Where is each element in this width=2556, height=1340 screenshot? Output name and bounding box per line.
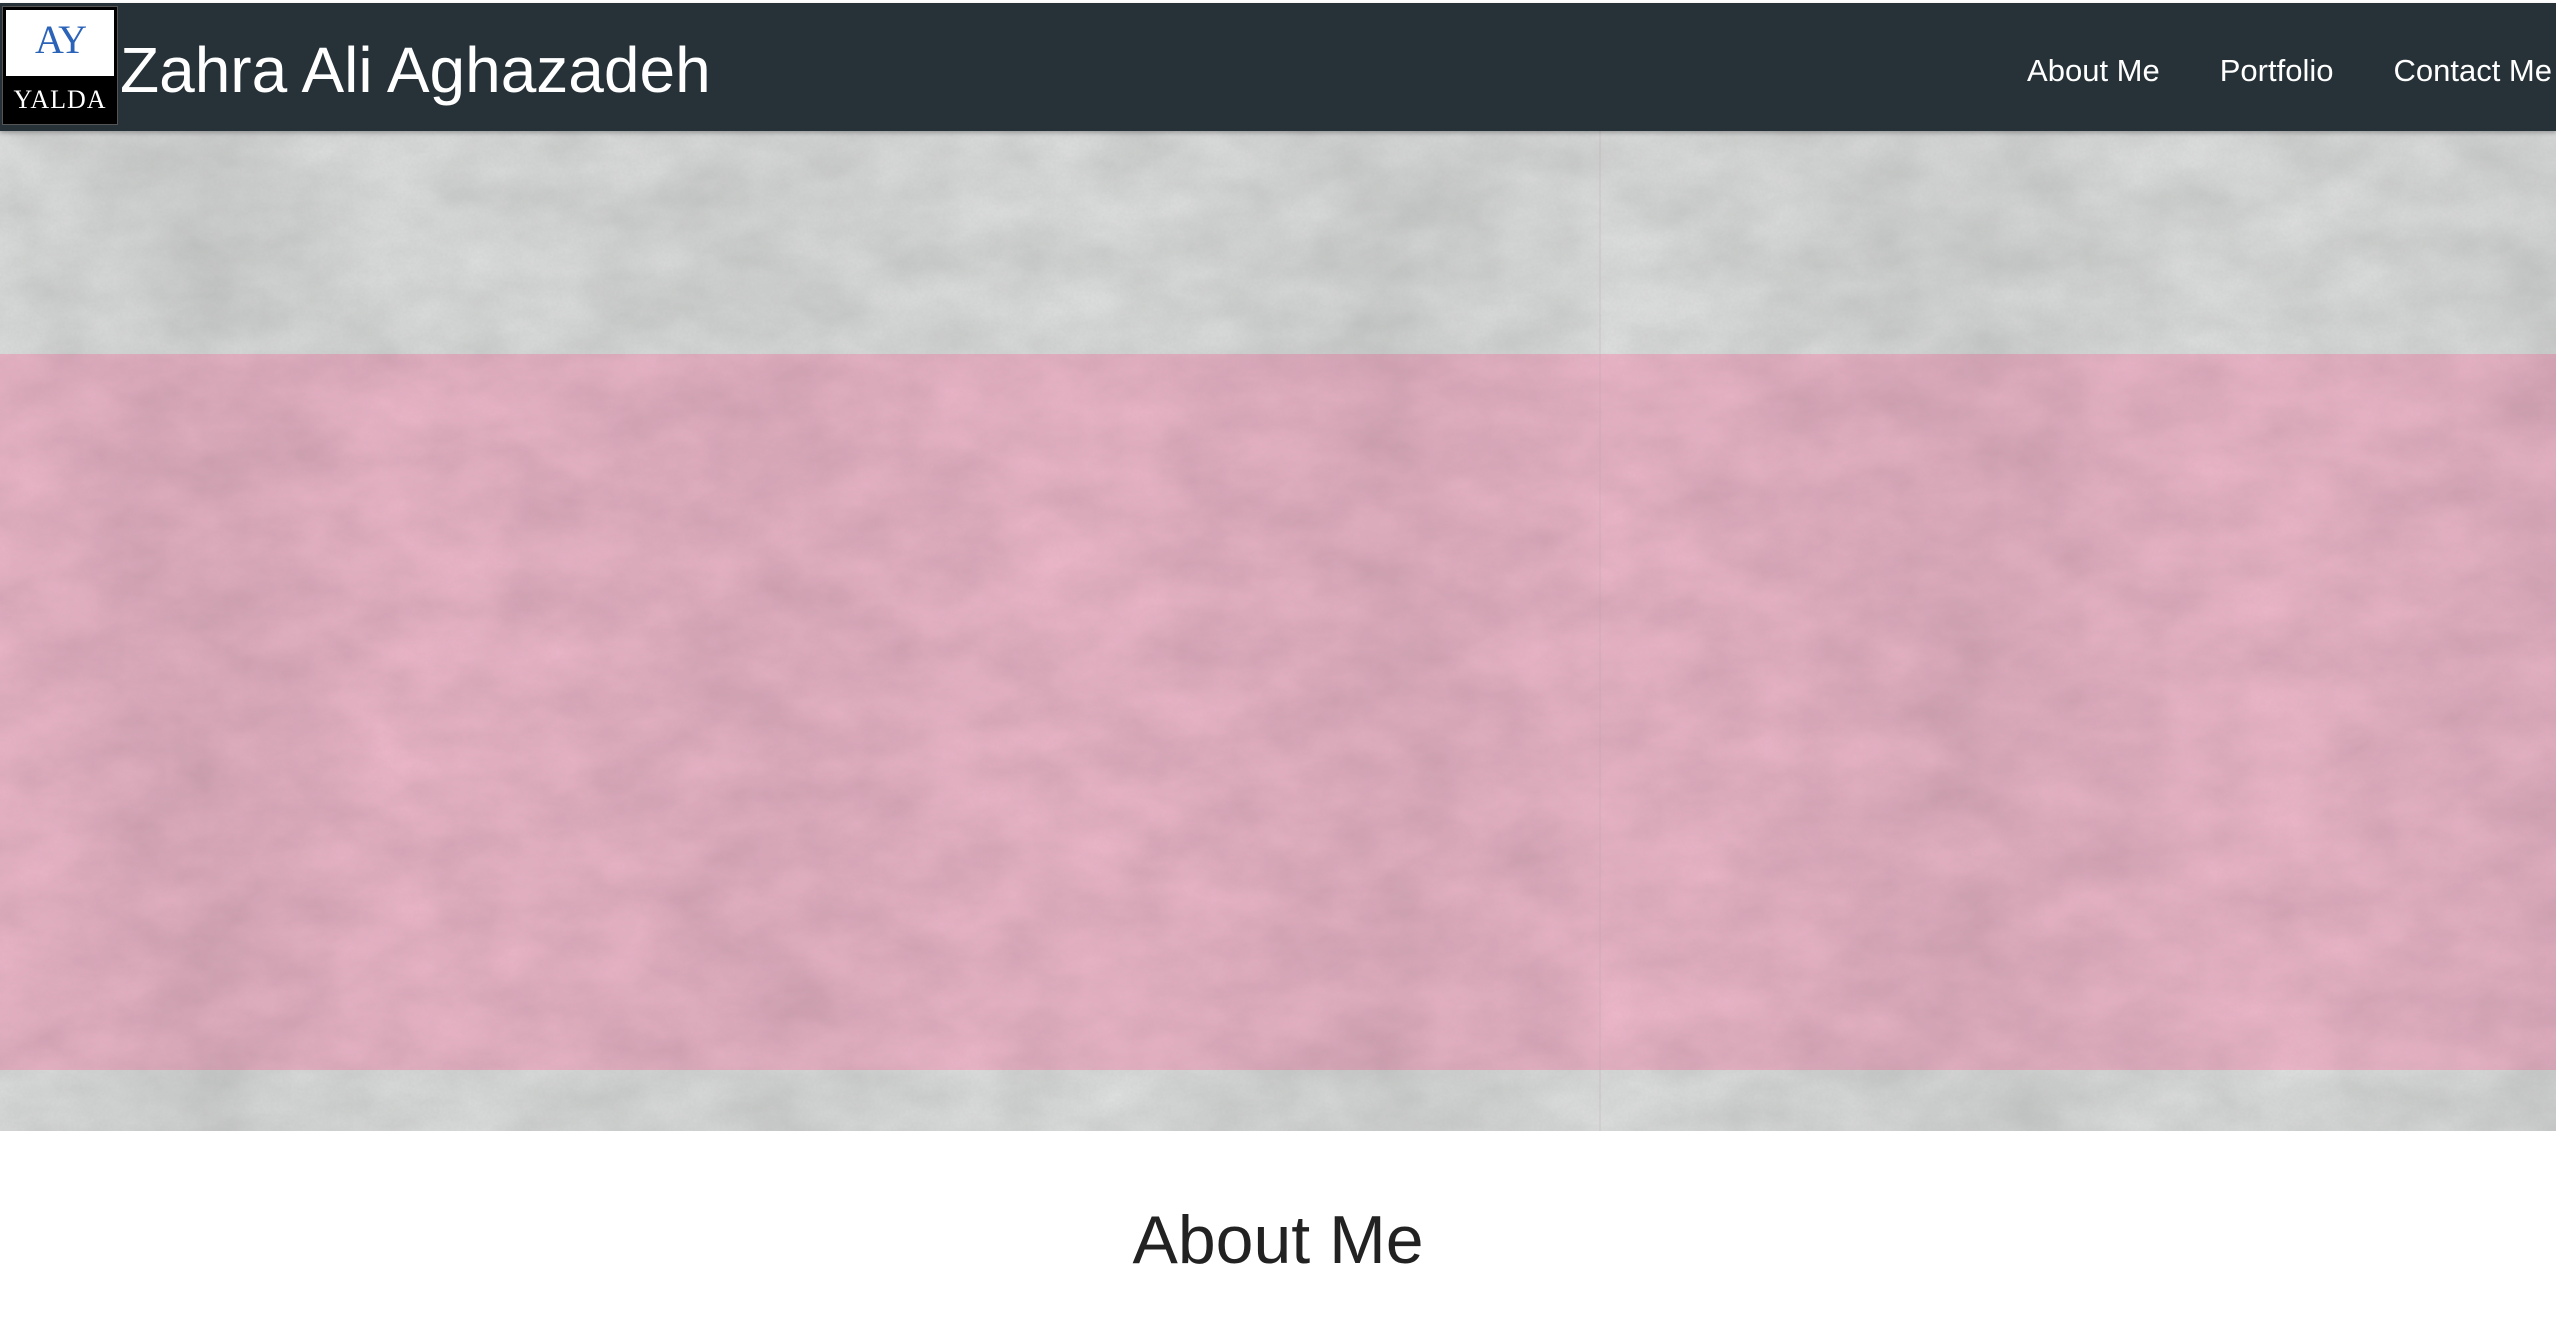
hero-wall-texture [0,131,2556,1131]
yalda-logo[interactable]: AY YALDA [2,6,118,125]
main-nav: About Me Portfolio Contact Me [1992,53,2552,89]
hero-banner [0,131,2556,1131]
page: AY YALDA Zahra Ali Aghazadeh About Me Po… [0,0,2556,1340]
about-me-heading: About Me [1132,1202,1424,1278]
logo-monogram-panel: AY [6,10,114,76]
nav-link-portfolio[interactable]: Portfolio [2185,53,2359,89]
nav-link-about-me[interactable]: About Me [1992,53,2185,89]
site-brand-name[interactable]: Zahra Ali Aghazadeh [120,33,711,107]
nav-link-contact-me[interactable]: Contact Me [2358,53,2552,89]
logo-wordmark: YALDA [13,85,107,114]
navbar: AY YALDA Zahra Ali Aghazadeh About Me Po… [0,3,2556,131]
logo-monogram: AY [34,17,87,62]
